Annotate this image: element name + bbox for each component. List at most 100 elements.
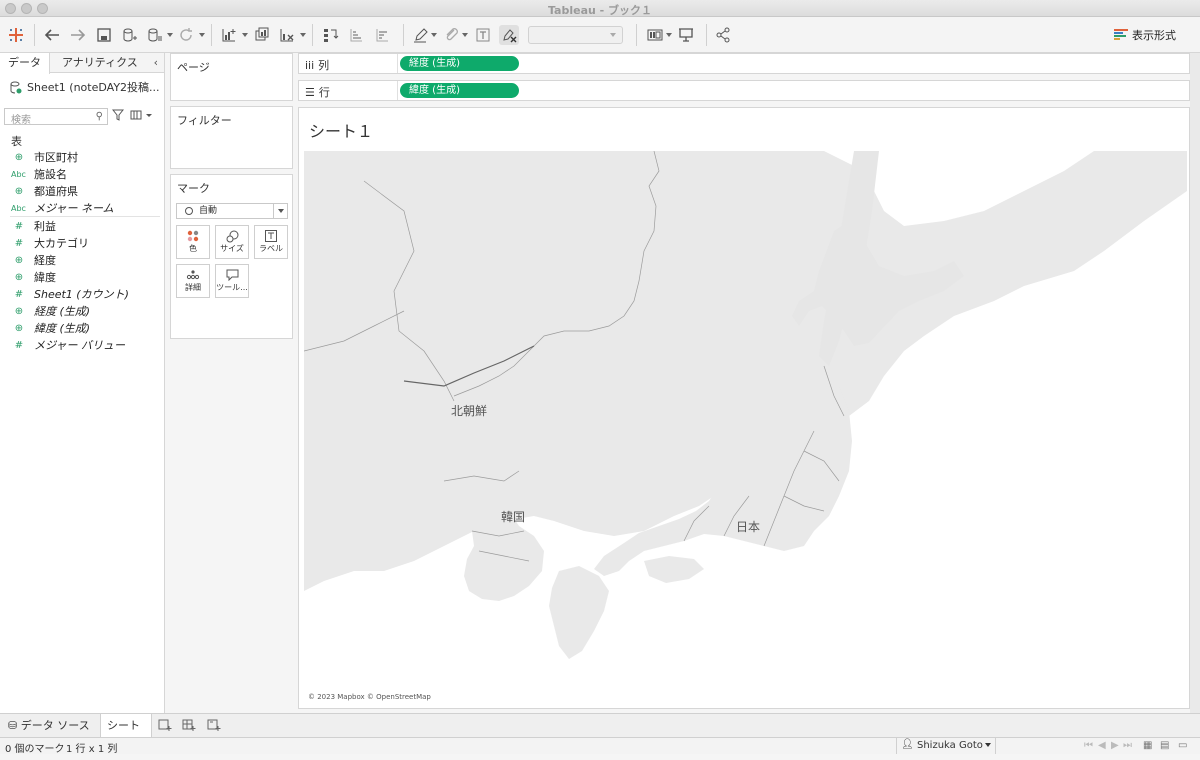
field-facility[interactable]: Abc 施設名 — [0, 166, 164, 183]
map-canvas[interactable]: 北朝鮮 韓国 日本 © 2023 Mapbox © OpenStreetMap — [304, 151, 1187, 704]
rows-icon: ☰ — [305, 85, 315, 99]
datasource-icon — [10, 81, 22, 93]
search-input[interactable]: 検索 ⚲ — [4, 108, 108, 126]
columns-pill[interactable]: 経度 (生成) — [400, 56, 519, 71]
detail-button[interactable]: 詳細 — [176, 264, 210, 298]
datasource-tab[interactable]: ⛁ データ ソース — [2, 714, 96, 738]
sheet1-tab[interactable]: シート１ — [100, 714, 152, 755]
field-category[interactable]: # 大カテゴリ — [0, 235, 164, 252]
size-button[interactable]: サイズ — [215, 225, 249, 259]
film-strip-icon[interactable]: ▤ — [1160, 740, 1169, 751]
sheet-sorter-icon[interactable]: ▦ — [1143, 740, 1152, 751]
field-measure-values[interactable]: # メジャー バリュー — [0, 337, 164, 354]
chevron-down-icon — [273, 204, 287, 218]
label-icon — [265, 230, 277, 242]
globe-icon: ⊕ — [14, 255, 24, 266]
abc-icon: Abc — [11, 204, 26, 213]
collapse-pane-icon[interactable]: ‹ — [154, 56, 158, 69]
swap-rows-columns-icon[interactable] — [320, 25, 340, 45]
rows-shelf-label: 行 — [318, 86, 330, 99]
show-cards-icon[interactable] — [645, 25, 665, 45]
pages-card[interactable]: ページ — [170, 53, 293, 101]
new-dashboard-tab-icon[interactable] — [182, 718, 196, 735]
pages-card-title: ページ — [177, 61, 210, 74]
group-members-icon[interactable] — [441, 25, 461, 45]
new-datasource-icon[interactable] — [119, 25, 139, 45]
field-profit[interactable]: # 利益 — [0, 218, 164, 235]
refresh-icon[interactable] — [176, 25, 196, 45]
mark-type-value: 自動 — [199, 206, 218, 216]
show-me-label: 表示形式 — [1132, 29, 1176, 42]
field-longitude-generated[interactable]: ⊕ 経度 (生成) — [0, 303, 164, 320]
data-pane: データ アナリティクス ‹ Sheet1 (noteDAY2投稿... 検索 ⚲… — [0, 53, 165, 713]
marks-count: 0 個のマーク — [5, 744, 65, 755]
filters-card-title: フィルター — [177, 114, 232, 127]
field-latitude-generated[interactable]: ⊕ 緯度 (生成) — [0, 320, 164, 337]
mark-type-dropdown[interactable]: 自動 — [176, 203, 288, 219]
filter-icon[interactable] — [111, 109, 125, 124]
filters-card[interactable]: フィルター — [170, 106, 293, 169]
next-sheet-icon[interactable]: ▶ — [1111, 740, 1119, 751]
rows-columns-count: 1 行 x 1 列 — [66, 744, 118, 755]
new-story-tab-icon[interactable] — [207, 718, 221, 735]
color-icon — [187, 230, 199, 242]
tabs-icon[interactable]: ▭ — [1178, 740, 1187, 751]
columns-icon: iii — [305, 58, 315, 72]
duplicate-sheet-icon[interactable] — [252, 25, 272, 45]
field-city[interactable]: ⊕ 市区町村 — [0, 149, 164, 166]
user-name: Shizuka Goto — [917, 740, 983, 751]
globe-icon: ⊕ — [14, 272, 24, 283]
color-button[interactable]: 色 — [176, 225, 210, 259]
field-measure-names[interactable]: Abc メジャー ネーム — [0, 200, 164, 217]
size-icon — [226, 230, 238, 243]
label-button[interactable]: ラベル — [254, 225, 288, 259]
tab-analytics[interactable]: アナリティクス — [54, 53, 146, 73]
status-bar: 0 個のマーク 1 行 x 1 列 👤︎ Shizuka Goto ⏮ ◀ ▶ … — [0, 737, 1200, 755]
map-svg — [304, 151, 1187, 704]
show-mark-labels-icon[interactable] — [473, 25, 493, 45]
map-label-north-korea: 北朝鮮 — [451, 404, 488, 418]
new-worksheet-icon[interactable] — [219, 25, 239, 45]
window-title: Tableau - ブック１ — [547, 4, 653, 17]
tooltip-icon — [226, 269, 238, 281]
sheet-title[interactable]: シート１ — [309, 118, 373, 142]
tab-data[interactable]: データ — [0, 53, 50, 74]
tableau-logo-icon[interactable] — [6, 25, 26, 45]
first-sheet-icon[interactable]: ⏮ — [1084, 740, 1093, 751]
last-sheet-icon[interactable]: ⏭ — [1123, 740, 1132, 751]
columns-shelf[interactable]: iii 列 経度 (生成) — [298, 53, 1190, 74]
share-icon[interactable] — [713, 25, 733, 45]
clear-sheet-icon[interactable] — [277, 25, 297, 45]
show-me-button[interactable]: 表示形式 — [1114, 27, 1176, 43]
pause-updates-icon[interactable] — [144, 25, 164, 45]
user-menu[interactable]: 👤︎ Shizuka Goto — [896, 738, 996, 754]
datasource-item[interactable]: Sheet1 (noteDAY2投稿... — [10, 79, 160, 95]
presentation-mode-icon[interactable] — [676, 25, 696, 45]
field-longitude[interactable]: ⊕ 経度 — [0, 252, 164, 269]
number-icon: # — [14, 221, 24, 232]
sort-ascending-icon[interactable] — [346, 25, 366, 45]
chevron-down-icon — [985, 743, 991, 747]
view-options-icon[interactable] — [130, 109, 154, 124]
undo-icon[interactable] — [42, 25, 62, 45]
map-label-south-korea: 韓国 — [501, 510, 526, 524]
show-me-icon — [1114, 29, 1128, 40]
fix-axes-icon[interactable] — [499, 25, 519, 45]
abc-icon: Abc — [11, 170, 26, 179]
rows-pill[interactable]: 緯度 (生成) — [400, 83, 519, 98]
redo-icon[interactable] — [68, 25, 88, 45]
rows-shelf[interactable]: ☰ 行 緯度 (生成) — [298, 80, 1190, 101]
field-prefecture[interactable]: ⊕ 都道府県 — [0, 183, 164, 200]
fit-dropdown[interactable] — [528, 26, 623, 44]
tooltip-button[interactable]: ツール... — [215, 264, 249, 298]
field-latitude[interactable]: ⊕ 緯度 — [0, 269, 164, 286]
sort-descending-icon[interactable] — [372, 25, 392, 45]
prev-sheet-icon[interactable]: ◀ — [1098, 740, 1106, 751]
field-count[interactable]: # Sheet1 (カウント) — [0, 286, 164, 303]
map-attribution[interactable]: © 2023 Mapbox © OpenStreetMap — [308, 693, 431, 701]
toolbar: 表示形式 — [0, 17, 1200, 53]
globe-icon: ⊕ — [14, 152, 24, 163]
save-icon[interactable] — [94, 25, 114, 45]
highlight-icon[interactable] — [410, 25, 430, 45]
new-worksheet-tab-icon[interactable] — [158, 718, 172, 735]
